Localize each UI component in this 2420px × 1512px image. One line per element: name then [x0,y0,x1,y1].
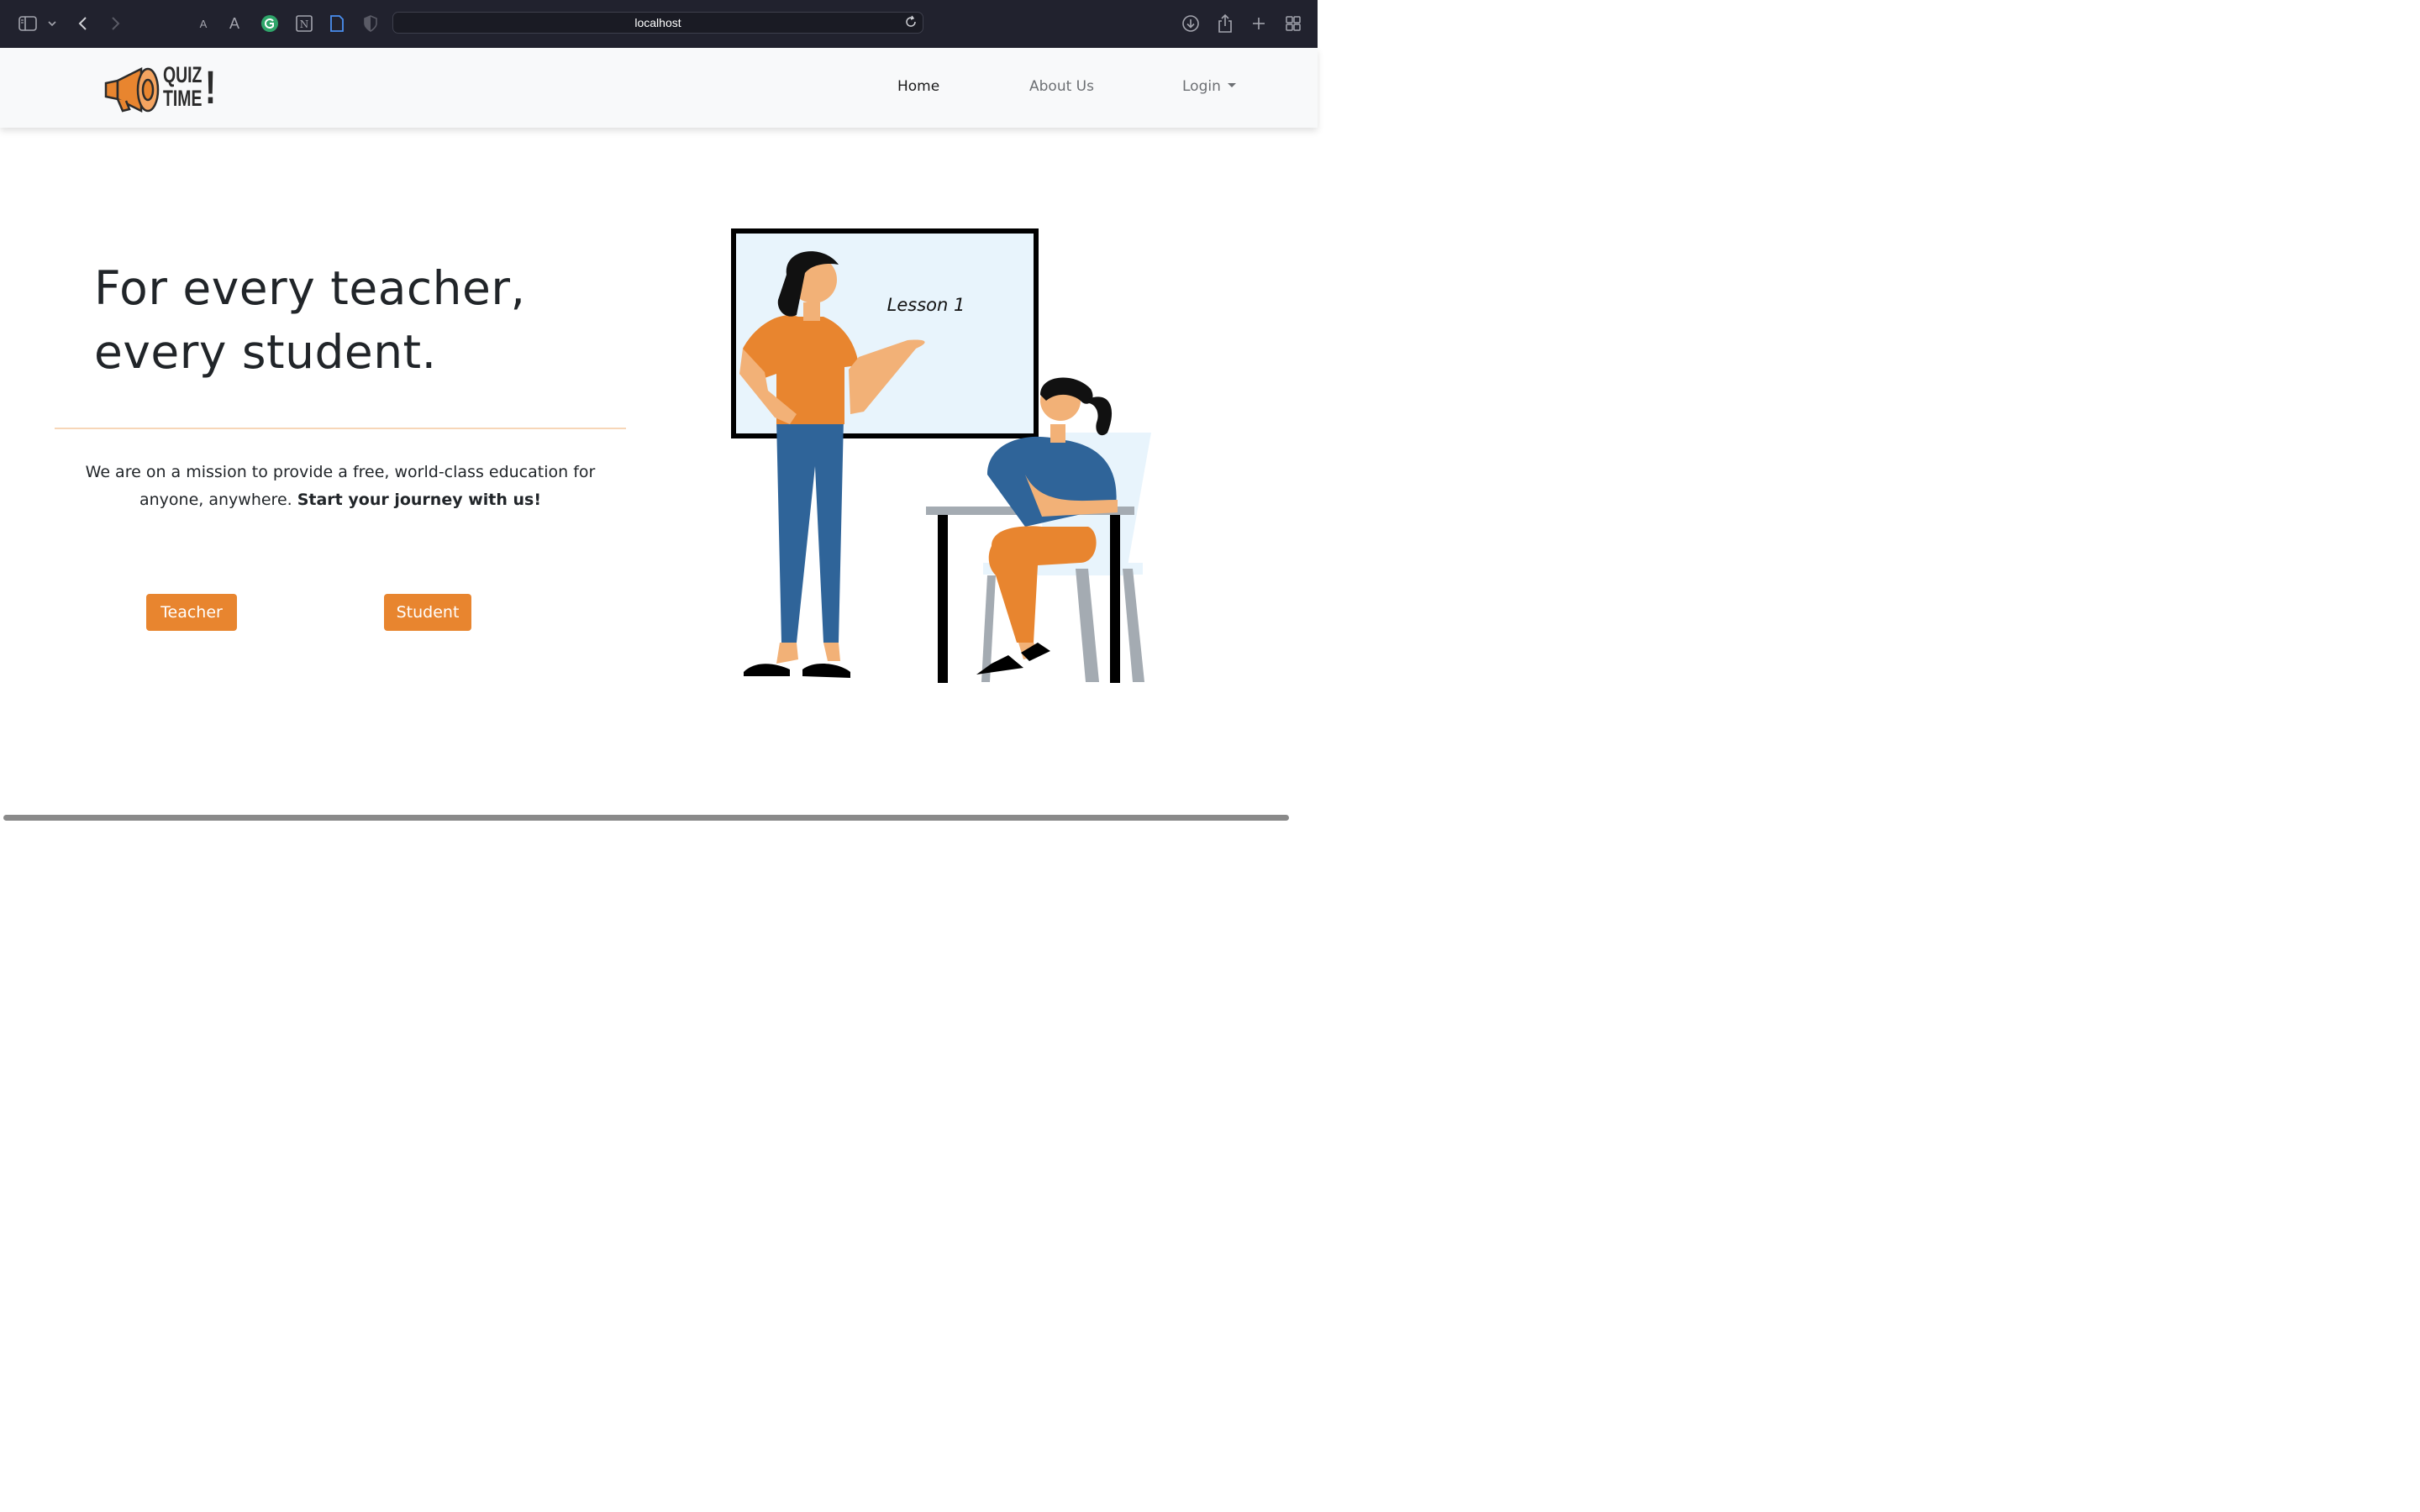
hero-title: For every teacher, every student. [94,256,615,384]
megaphone-icon [104,66,160,113]
nav-home-link[interactable]: Home [897,78,939,95]
nav-about-us-link[interactable]: About Us [1029,78,1094,95]
grammarly-icon[interactable] [258,12,281,35]
url-text: localhost [634,16,681,29]
mission-cta: Start your journey with us! [297,491,541,509]
notion-icon[interactable]: N [292,12,316,35]
reload-icon[interactable] [904,15,918,29]
caret-down-icon [1227,83,1236,87]
logo-wordmark: QUIZ TIME [163,63,202,110]
privacy-shield-icon[interactable] [359,12,382,35]
svg-text:N: N [300,18,309,30]
font-larger-button[interactable]: A [223,12,246,35]
tab-overview-icon[interactable] [1281,12,1305,35]
address-bar[interactable]: localhost [392,12,923,34]
classroom-illustration: Lesson 1 [731,228,1151,683]
site-navbar: QUIZ TIME ! Home About Us Login [0,48,1318,128]
nav-login-label: Login [1182,78,1221,95]
hero-title-line-2: every student. [94,325,437,379]
browser-toolbar: A A N localhost [0,0,1318,48]
download-icon[interactable] [1179,12,1202,35]
hero-divider [55,428,626,429]
sidebar-icon[interactable] [16,12,39,35]
chevron-down-icon[interactable] [40,12,64,35]
document-icon[interactable] [325,12,349,35]
font-smaller-button[interactable]: A [192,12,215,35]
new-tab-icon[interactable] [1247,12,1270,35]
share-icon[interactable] [1213,12,1237,35]
student-button[interactable]: Student [384,594,471,631]
logo-line-1: QUIZ [163,62,203,87]
mission-statement: We are on a mission to provide a free, w… [55,459,626,514]
board-lesson-text: Lesson 1 [887,295,965,315]
horizontal-scrollbar[interactable] [3,815,1289,821]
forward-icon[interactable] [103,12,127,35]
logo-exclamation: ! [205,60,217,113]
teacher-button[interactable]: Teacher [146,594,237,631]
hero-title-line-1: For every teacher, [94,261,526,315]
logo-line-2: TIME [163,86,203,111]
back-icon[interactable] [71,12,95,35]
quiz-time-logo[interactable]: QUIZ TIME ! [101,62,223,114]
nav-login-dropdown[interactable]: Login [1182,78,1236,95]
